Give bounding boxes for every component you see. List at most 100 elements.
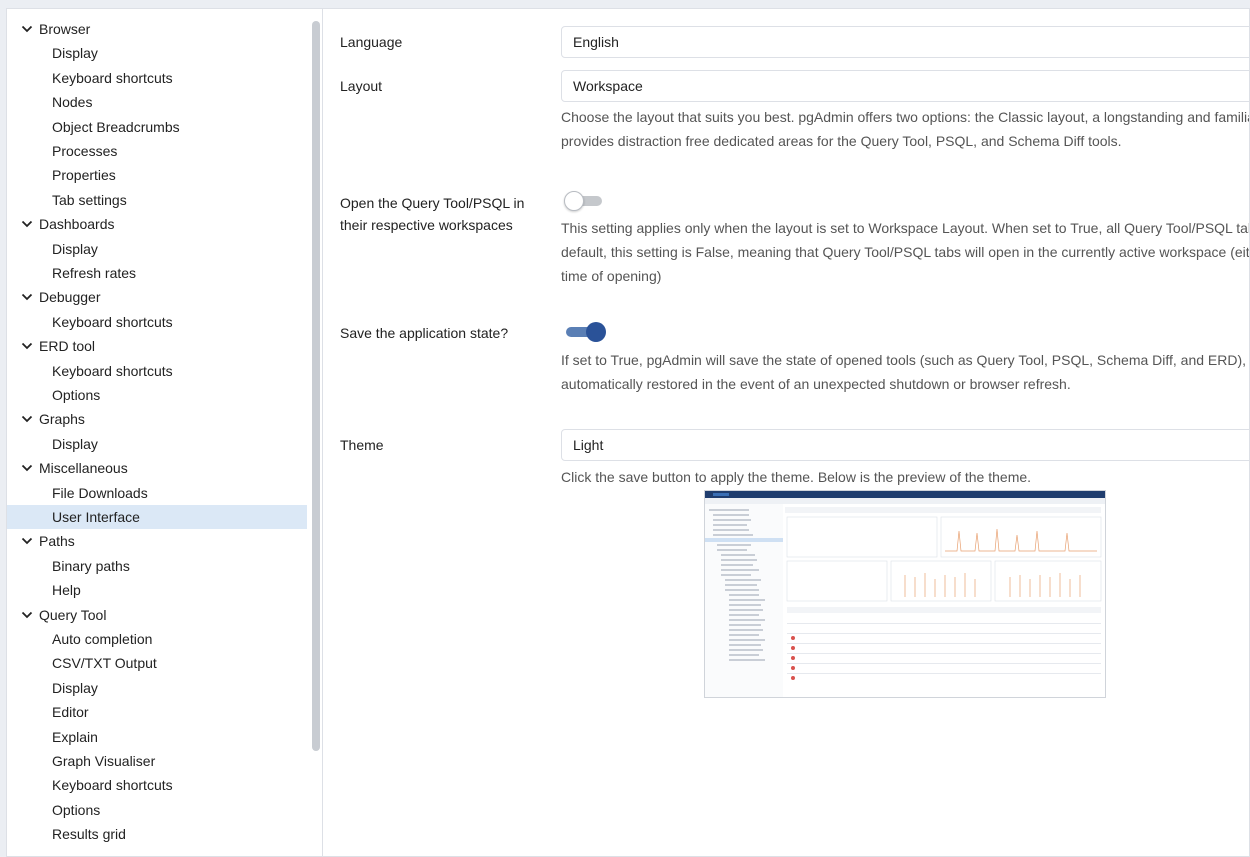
tree-item[interactable]: Auto completion bbox=[7, 627, 307, 651]
language-value: English bbox=[573, 34, 619, 50]
tree-item[interactable]: Explain bbox=[7, 725, 307, 749]
tree-item[interactable]: Binary paths bbox=[7, 554, 307, 578]
tree-category[interactable]: ERD tool bbox=[7, 334, 307, 358]
tree-item-label: Paths bbox=[39, 533, 75, 550]
tree-item[interactable]: Processes bbox=[7, 139, 307, 163]
layout-value: Workspace bbox=[573, 78, 643, 94]
tree-item-label: Keyboard shortcuts bbox=[52, 313, 173, 330]
tree-item-label: Editor bbox=[52, 704, 89, 721]
tree-item-label: Dashboards bbox=[39, 216, 115, 233]
tree-item[interactable]: Display bbox=[7, 676, 307, 700]
chevron-down-icon[interactable] bbox=[21, 218, 33, 230]
tree-item[interactable]: Nodes bbox=[7, 90, 307, 114]
theme-label: Theme bbox=[340, 437, 384, 453]
theme-preview-graphic bbox=[705, 491, 1105, 697]
layout-label: Layout bbox=[340, 78, 383, 94]
tree-scrollbar[interactable] bbox=[312, 21, 320, 751]
tree-item-label: Display bbox=[52, 679, 98, 696]
tree-item-label: Keyboard shortcuts bbox=[52, 69, 173, 86]
language-select[interactable]: English bbox=[561, 26, 1249, 58]
chevron-down-icon[interactable] bbox=[21, 23, 33, 35]
tree-item-label: Keyboard shortcuts bbox=[52, 362, 173, 379]
tree-item-label: Debugger bbox=[39, 289, 101, 306]
tree-item[interactable]: File Downloads bbox=[7, 481, 307, 505]
toggle-knob bbox=[586, 322, 606, 342]
tree-item[interactable]: User Interface bbox=[7, 505, 307, 529]
tree-item[interactable]: Results grid bbox=[7, 822, 307, 846]
tree-item-label: Explain bbox=[52, 728, 98, 745]
tree-item-label: Display bbox=[52, 435, 98, 452]
preferences-dialog: Browser Display Keyboard shortcuts Nodes Obj… bbox=[6, 8, 1250, 857]
tree-item-label: Binary paths bbox=[52, 557, 130, 574]
tree-item[interactable]: Keyboard shortcuts bbox=[7, 773, 307, 797]
tree-category[interactable]: Query Tool bbox=[7, 603, 307, 627]
chevron-down-icon[interactable] bbox=[21, 340, 33, 352]
tree-item[interactable]: Options bbox=[7, 798, 307, 822]
tree-item[interactable]: Keyboard shortcuts bbox=[7, 359, 307, 383]
tree-item[interactable]: Help bbox=[7, 578, 307, 602]
save-state-help: If set to True, pgAdmin will save the st… bbox=[561, 352, 1249, 392]
theme-preview-image bbox=[704, 490, 1106, 698]
tree-category[interactable]: Debugger bbox=[7, 285, 307, 309]
tree-category[interactable]: Paths bbox=[7, 529, 307, 553]
tree-item-label: Tab settings bbox=[52, 191, 127, 208]
tree-item[interactable]: Properties bbox=[7, 163, 307, 187]
tree-item[interactable]: Keyboard shortcuts bbox=[7, 66, 307, 90]
save-state-label: Save the application state? bbox=[340, 325, 509, 341]
tree-item-label: Object Breadcrumbs bbox=[52, 118, 180, 135]
tree-item-label: Graph Visualiser bbox=[52, 753, 156, 769]
theme-select[interactable]: Light bbox=[561, 429, 1249, 461]
tree-item-label: Graphs bbox=[39, 411, 85, 428]
tree-category[interactable]: Graphs bbox=[7, 407, 307, 431]
tree-item-label: Refresh rates bbox=[52, 265, 137, 281]
layout-select[interactable]: Workspace bbox=[561, 70, 1249, 102]
theme-value: Light bbox=[573, 437, 604, 453]
chevron-down-icon[interactable] bbox=[21, 462, 33, 474]
tree-item-label: Help bbox=[52, 582, 81, 599]
tree-item-label: File Downloads bbox=[52, 484, 148, 501]
tree-item[interactable]: Display bbox=[7, 237, 307, 261]
tree-item-label: Display bbox=[52, 240, 98, 257]
language-label: Language bbox=[340, 34, 403, 50]
tree-item-label: Properties bbox=[52, 167, 116, 184]
tree-item-label: Display bbox=[52, 45, 98, 62]
open-in-workspace-label: Open the Query Tool/PSQL in their respec… bbox=[340, 195, 525, 233]
theme-help: Click the save button to apply the theme… bbox=[561, 469, 1032, 485]
tree-item[interactable]: Object Breadcrumbs bbox=[7, 115, 307, 139]
tree-item-label: Options bbox=[52, 387, 101, 403]
open-in-workspace-toggle[interactable] bbox=[564, 190, 608, 212]
tree-item[interactable]: CSV/TXT Output bbox=[7, 651, 307, 675]
tree-item-label: Processes bbox=[52, 143, 118, 159]
tree-item-label: Keyboard shortcuts bbox=[52, 777, 173, 794]
tree-item-label: Browser bbox=[39, 21, 91, 37]
tree-item[interactable]: Options bbox=[7, 383, 307, 407]
tree-item-label: User Interface bbox=[52, 509, 140, 525]
tree-item-label: ERD tool bbox=[39, 338, 96, 355]
tree-item[interactable]: Keyboard shortcuts bbox=[7, 310, 307, 334]
tree-item[interactable]: Editor bbox=[7, 700, 307, 724]
tree-item[interactable]: Display bbox=[7, 41, 307, 65]
layout-help: Choose the layout that suits you best. p… bbox=[561, 109, 1249, 149]
tree-category[interactable]: Browser bbox=[7, 17, 307, 41]
open-in-workspace-help: This setting applies only when the layou… bbox=[561, 220, 1250, 284]
tree-item[interactable]: Display bbox=[7, 432, 307, 456]
chevron-down-icon[interactable] bbox=[21, 413, 33, 425]
chevron-down-icon[interactable] bbox=[21, 535, 33, 547]
tree-item-label: Results grid bbox=[52, 826, 126, 843]
tree-item-label: Options bbox=[52, 801, 101, 818]
tree-item[interactable]: Graph Visualiser bbox=[7, 749, 307, 773]
tree-item-label: Nodes bbox=[52, 94, 93, 111]
chevron-down-icon[interactable] bbox=[21, 291, 33, 303]
tree-item[interactable]: Tab settings bbox=[7, 188, 307, 212]
tree-item-label: Query Tool bbox=[39, 606, 107, 623]
tree-item-label: Auto completion bbox=[52, 631, 153, 647]
tree-item-label: CSV/TXT Output bbox=[52, 655, 157, 672]
tree-category[interactable]: Dashboards bbox=[7, 212, 307, 236]
tree-item-label: Miscellaneous bbox=[39, 460, 128, 477]
tree-category[interactable]: Miscellaneous bbox=[7, 456, 307, 480]
preferences-tree: Browser Display Keyboard shortcuts Nodes Obj… bbox=[7, 9, 323, 856]
chevron-down-icon[interactable] bbox=[21, 609, 33, 621]
save-state-toggle[interactable] bbox=[564, 321, 608, 343]
preferences-panel: Language English Layout Workspace Choose… bbox=[324, 9, 1249, 856]
tree-item[interactable]: Refresh rates bbox=[7, 261, 307, 285]
